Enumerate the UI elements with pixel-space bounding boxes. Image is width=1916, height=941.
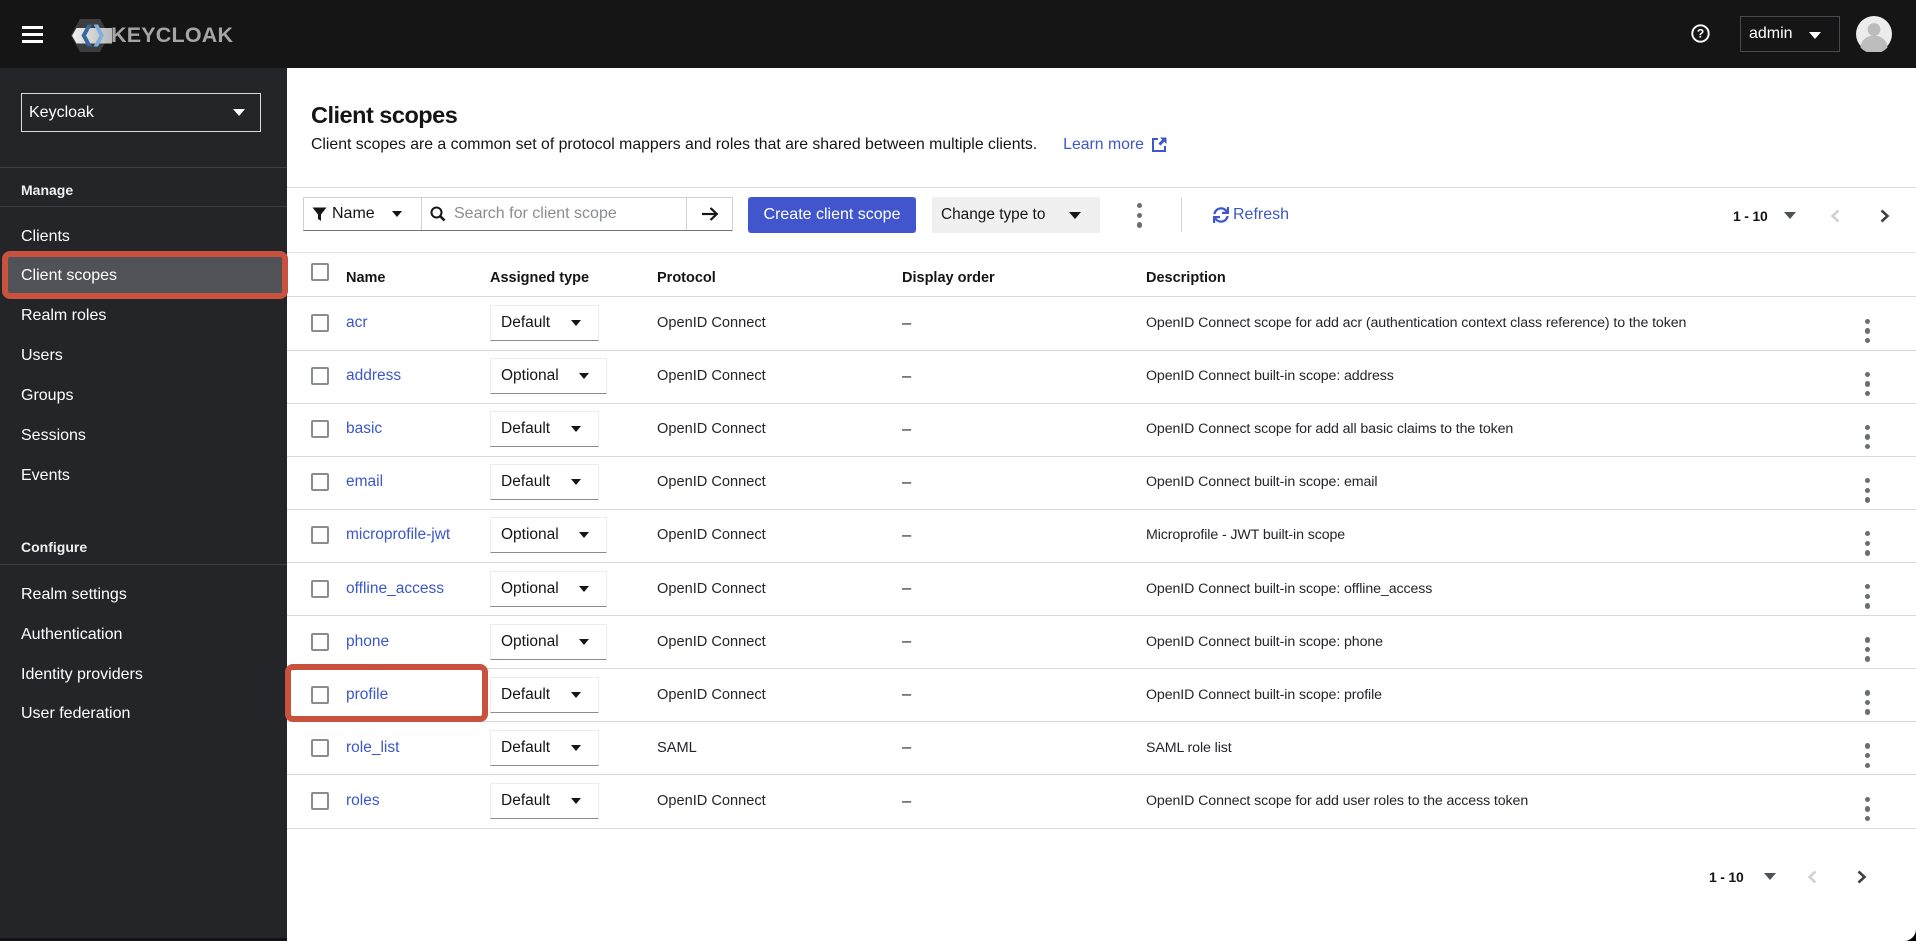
svg-text:?: ? <box>1697 27 1704 41</box>
